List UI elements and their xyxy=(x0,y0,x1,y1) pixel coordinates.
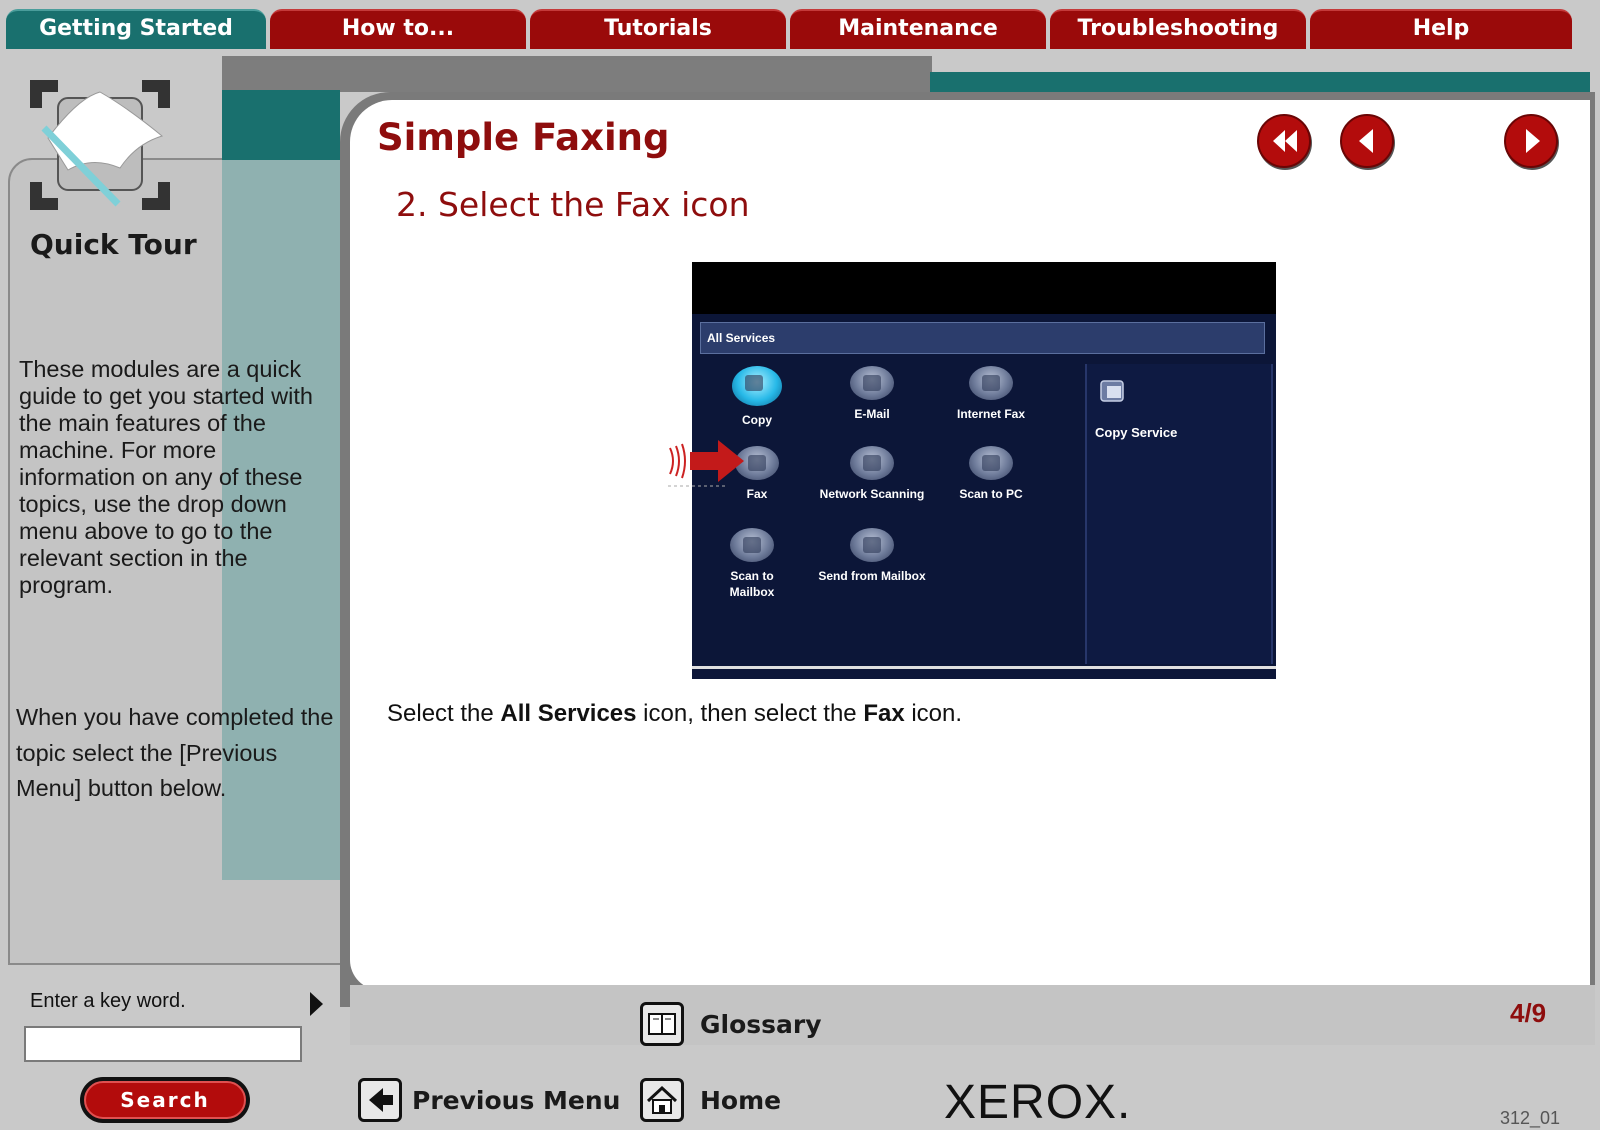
internet-fax-icon xyxy=(969,366,1013,400)
tab-maintenance[interactable]: Maintenance xyxy=(790,9,1046,49)
step-title: 2. Select the Fax icon xyxy=(396,185,750,224)
search-button-label: Search xyxy=(84,1081,246,1119)
keyword-arrow-icon[interactable] xyxy=(310,992,323,1016)
sidebar-title: Quick Tour xyxy=(30,228,197,261)
network-scanning-icon xyxy=(850,446,894,480)
glossary-button[interactable]: Glossary xyxy=(640,1002,822,1050)
header-bar-grey xyxy=(222,56,932,92)
device-screenshot: All Services Copy E-Mail Internet Fax Fa… xyxy=(692,262,1276,679)
device-service-send-from-mailbox[interactable]: Send from Mailbox xyxy=(792,528,952,584)
back-arrow-icon xyxy=(1340,114,1395,170)
email-icon xyxy=(850,366,894,400)
instruction-text: Select the All Services icon, then selec… xyxy=(387,700,963,727)
sidebar-completion-note: When you have completed the topic select… xyxy=(16,704,334,801)
home-icon xyxy=(640,1078,684,1122)
send-from-mailbox-icon xyxy=(850,528,894,562)
device-service-label: Scan to PC xyxy=(959,487,1023,501)
quick-tour-flag-icon xyxy=(28,78,172,212)
keyword-search-input[interactable] xyxy=(24,1026,302,1062)
tab-tutorials[interactable]: Tutorials xyxy=(530,9,786,49)
device-copy-service-label[interactable]: Copy Service xyxy=(1095,425,1177,440)
previous-arrow-icon xyxy=(358,1078,402,1122)
book-icon xyxy=(640,1002,684,1046)
tab-help[interactable]: Help xyxy=(1310,9,1572,49)
xerox-logo: XEROX. xyxy=(944,1076,1132,1129)
next-page-button[interactable] xyxy=(1502,112,1562,172)
scan-to-mailbox-icon xyxy=(730,528,774,562)
tab-troubleshooting[interactable]: Troubleshooting xyxy=(1050,9,1306,49)
device-service-copy[interactable]: Copy xyxy=(692,366,822,428)
main-tab-bar: Getting Started How to... Tutorials Main… xyxy=(6,9,1596,49)
device-service-label: E-Mail xyxy=(854,407,890,421)
first-page-button[interactable] xyxy=(1255,112,1315,172)
device-service-scan-to-pc[interactable]: Scan to PC xyxy=(926,446,1056,502)
sidebar-teal-strip-top xyxy=(222,90,340,160)
device-service-label: Scan to Mailbox xyxy=(729,569,775,599)
tab-getting-started[interactable]: Getting Started xyxy=(6,9,266,49)
copy-service-icon xyxy=(1097,377,1131,407)
device-all-services-header: All Services xyxy=(700,322,1265,354)
device-side-panel xyxy=(1085,364,1273,664)
previous-page-button[interactable] xyxy=(1338,112,1398,172)
device-service-email[interactable]: E-Mail xyxy=(807,366,937,422)
previous-menu-button[interactable]: Previous Menu xyxy=(358,1078,620,1126)
device-bottom-line xyxy=(692,666,1276,669)
pointer-arrow-icon xyxy=(668,438,748,497)
footer-bar xyxy=(350,985,1595,1045)
keyword-label: Enter a key word. xyxy=(30,990,186,1012)
page-code: 312_01 xyxy=(1500,1108,1561,1128)
home-label: Home xyxy=(700,1086,782,1115)
rewind-icon xyxy=(1257,114,1312,170)
scan-to-pc-icon xyxy=(969,446,1013,480)
sidebar-description: These modules are a quick guide to get y… xyxy=(19,356,313,598)
copy-icon xyxy=(732,366,782,406)
home-button[interactable]: Home xyxy=(640,1078,800,1126)
glossary-label: Glossary xyxy=(700,1010,822,1039)
device-service-label: Internet Fax xyxy=(956,407,1025,421)
page-indicator: 4/9 xyxy=(1510,998,1547,1028)
previous-menu-label: Previous Menu xyxy=(412,1086,621,1115)
device-service-label: Send from Mailbox xyxy=(818,569,926,583)
forward-arrow-icon xyxy=(1504,114,1559,170)
page-title: Simple Faxing xyxy=(377,116,670,159)
device-service-internet-fax[interactable]: Internet Fax xyxy=(926,366,1056,422)
tab-how-to[interactable]: How to... xyxy=(270,9,526,49)
search-button[interactable]: Search xyxy=(80,1077,250,1123)
device-service-label: Copy xyxy=(742,413,772,427)
